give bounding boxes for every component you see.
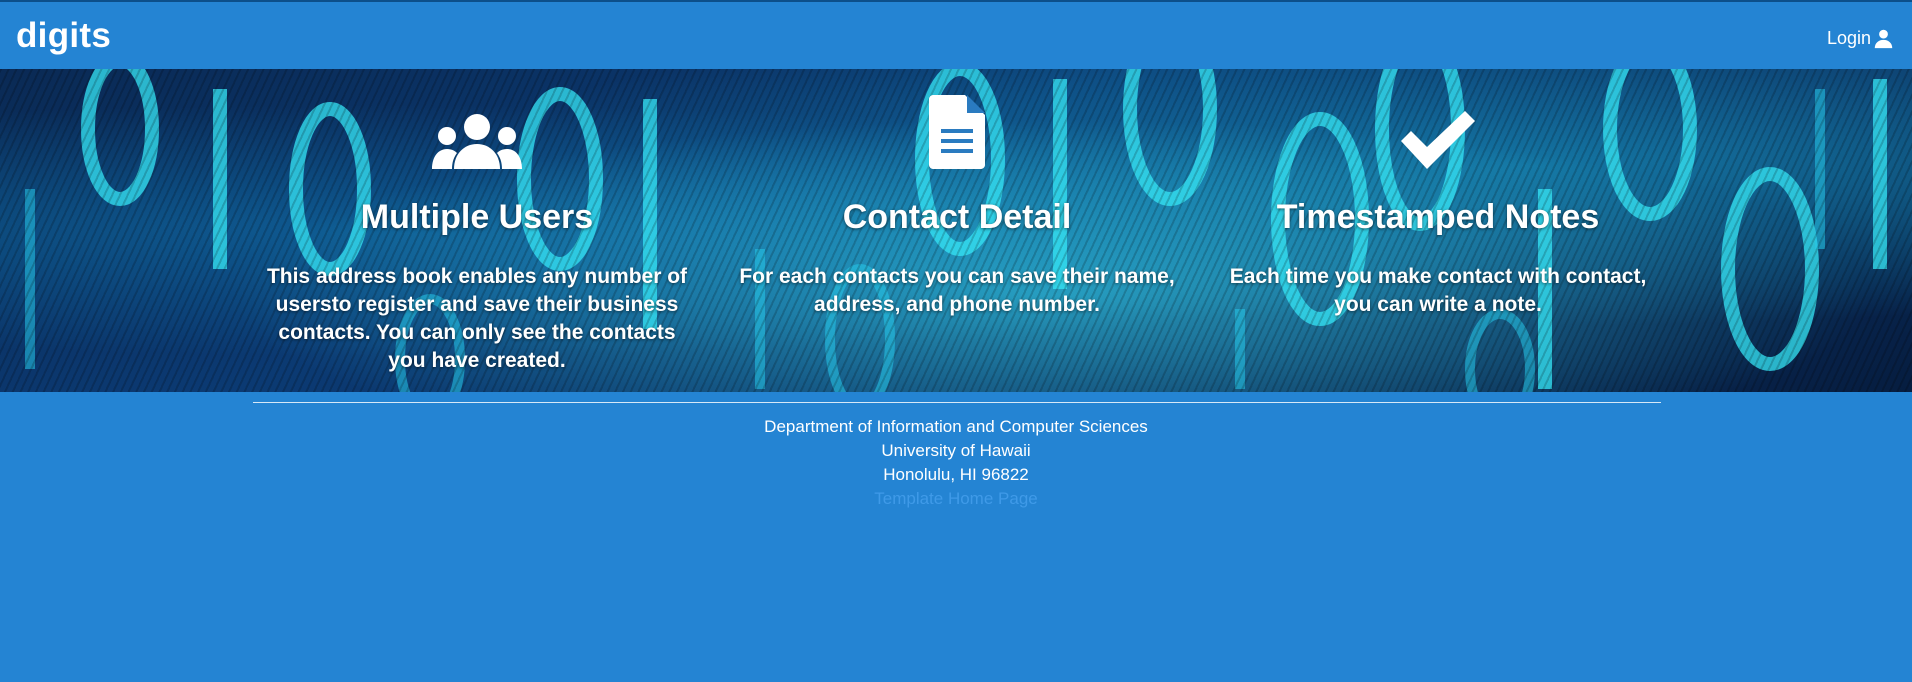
feature-description: Each time you make contact with contact,…: [1229, 265, 1647, 316]
feature-contact-detail: Contact Detail For each contacts you can…: [722, 69, 1192, 319]
footer-address: Honolulu, HI 96822: [883, 465, 1029, 484]
user-icon: [1874, 29, 1893, 49]
brand-logo[interactable]: digits: [16, 16, 111, 56]
feature-title: Contact Detail: [842, 198, 1072, 236]
hero-banner: Multiple Users This address book enables…: [0, 69, 1912, 392]
footer-department: Department of Information and Computer S…: [764, 417, 1148, 436]
footer-divider: [253, 402, 1661, 403]
feature-title: Multiple Users: [360, 198, 594, 236]
feature-multiple-users: Multiple Users This address book enables…: [242, 69, 712, 375]
footer: Department of Information and Computer S…: [0, 392, 1912, 682]
login-label: Login: [1826, 28, 1871, 48]
login-menu[interactable]: Login: [1827, 28, 1894, 49]
file-text-icon: [929, 95, 985, 169]
feature-timestamped-notes: Timestamped Notes Each time you make con…: [1203, 69, 1673, 319]
feature-title: Timestamped Notes: [1276, 198, 1600, 236]
checkmark-icon: [1401, 111, 1475, 169]
navbar: digits Login: [0, 0, 1912, 69]
feature-description: This address book enables any number of …: [266, 265, 688, 372]
feature-description: For each contacts you can save their nam…: [739, 265, 1175, 316]
users-icon: [432, 114, 522, 169]
footer-university: University of Hawaii: [881, 441, 1031, 460]
template-home-page-link[interactable]: Template Home Page: [0, 487, 1912, 511]
